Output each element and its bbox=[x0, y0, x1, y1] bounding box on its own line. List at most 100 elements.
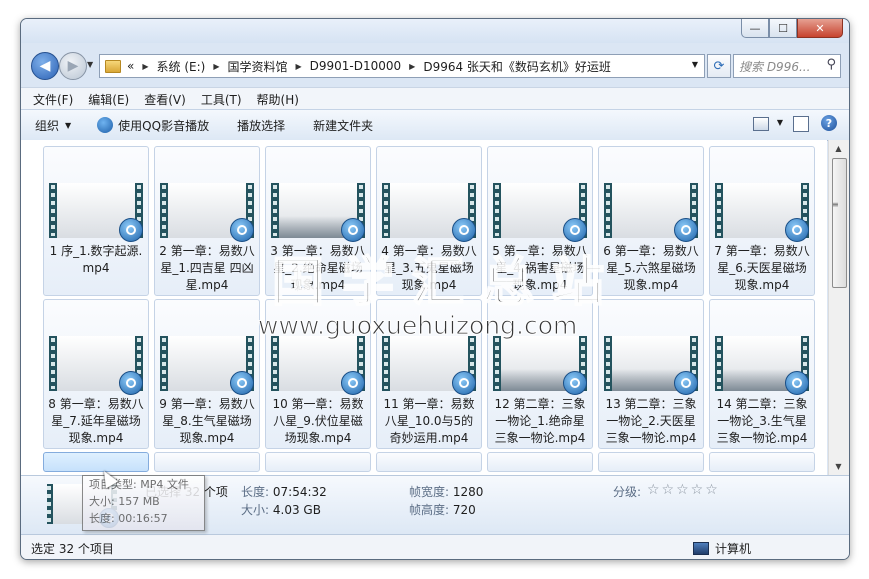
tooltip-length: 长度: 00:16:57 bbox=[89, 512, 168, 525]
menu-file[interactable]: 文件(F) bbox=[33, 91, 73, 108]
change-view-icon[interactable] bbox=[753, 117, 769, 131]
file-item[interactable] bbox=[487, 452, 593, 472]
file-item[interactable]: 9 第一章：易数八星_8.生气星磁场现象.mp4 bbox=[154, 299, 260, 449]
qq-player-icon bbox=[674, 371, 698, 395]
play-with-qq-button[interactable]: 使用QQ影音播放 bbox=[97, 117, 209, 134]
file-item[interactable] bbox=[709, 452, 815, 472]
file-name: 13 第二章：三象一物论_2.天医星三象一物论.mp4 bbox=[605, 397, 697, 445]
frame-height-value: 720 bbox=[452, 503, 476, 517]
status-computer: 计算机 bbox=[693, 540, 751, 557]
scroll-down-icon[interactable]: ▼ bbox=[832, 462, 845, 471]
menu-tools[interactable]: 工具(T) bbox=[201, 91, 242, 108]
file-item[interactable]: 7 第一章：易数八星_6.天医星磁场现象.mp4 bbox=[709, 146, 815, 296]
size-value: 4.03 GB bbox=[272, 503, 321, 517]
length-value: 07:54:32 bbox=[272, 485, 327, 499]
length-label: 长度: bbox=[241, 485, 270, 499]
file-item[interactable]: 2 第一章：易数八星_1.四吉星 四凶星.mp4 bbox=[154, 146, 260, 296]
chevron-right-icon[interactable]: ▶ bbox=[142, 62, 148, 71]
qq-player-icon bbox=[341, 218, 365, 242]
menu-help[interactable]: 帮助(H) bbox=[257, 91, 299, 108]
minimize-button[interactable]: — bbox=[741, 19, 769, 38]
title-bar: — ☐ ✕ bbox=[21, 19, 849, 43]
command-bar: 组织 ▼ 使用QQ影音播放 播放选择 新建文件夹 ▼ ? bbox=[21, 109, 849, 141]
search-input[interactable]: 搜索 D996... ⚲ bbox=[733, 54, 841, 78]
chevron-right-icon[interactable]: ▶ bbox=[213, 62, 219, 71]
tooltip-size: 大小: 157 MB bbox=[89, 495, 160, 508]
qq-player-icon bbox=[97, 117, 114, 133]
play-selection-button[interactable]: 播放选择 bbox=[237, 117, 285, 134]
new-folder-button[interactable]: 新建文件夹 bbox=[313, 117, 373, 134]
file-name: 10 第一章：易数八星_9.伏位星磁场现象.mp4 bbox=[272, 397, 364, 445]
size-field: 大小: 4.03 GB bbox=[241, 501, 321, 518]
play-with-qq-label: 使用QQ影音播放 bbox=[118, 118, 210, 133]
menu-bar: 文件(F) 编辑(E) 查看(V) 工具(T) 帮助(H) bbox=[21, 87, 849, 110]
file-name: 12 第二章：三象一物论_1.绝命星三象一物论.mp4 bbox=[494, 397, 586, 445]
address-bar[interactable]: « ▶ 系统 (E:) ▶ 国学资料馆 ▶ D9901-D10000 ▶ D99… bbox=[99, 54, 705, 78]
chevron-down-icon: ▼ bbox=[65, 120, 72, 130]
file-item[interactable] bbox=[376, 452, 482, 472]
file-item[interactable]: 8 第一章：易数八星_7.延年星磁场现象.mp4 bbox=[43, 299, 149, 449]
maximize-button[interactable]: ☐ bbox=[769, 19, 797, 38]
file-name: 11 第一章：易数八星_10.0与5的奇妙运用.mp4 bbox=[383, 397, 475, 445]
menu-view[interactable]: 查看(V) bbox=[144, 91, 186, 108]
folder-icon bbox=[105, 59, 121, 73]
qq-player-icon bbox=[341, 371, 365, 395]
rating-stars[interactable]: ☆☆☆☆☆ bbox=[647, 482, 720, 498]
computer-icon bbox=[693, 542, 709, 555]
breadcrumb-item[interactable]: D9964 张天和《数码玄机》好运班 bbox=[423, 58, 611, 75]
watermark-url: www.guoxuehuizong.com bbox=[257, 311, 578, 341]
close-button[interactable]: ✕ bbox=[797, 19, 843, 38]
breadcrumb-item[interactable]: 国学资料馆 bbox=[227, 58, 287, 75]
file-item[interactable] bbox=[154, 452, 260, 472]
qq-player-icon bbox=[230, 371, 254, 395]
breadcrumb-overflow[interactable]: « bbox=[127, 59, 134, 73]
refresh-button[interactable]: ⟳ bbox=[707, 54, 731, 78]
qq-player-icon bbox=[674, 218, 698, 242]
length-field: 长度: 07:54:32 bbox=[241, 483, 327, 500]
qq-player-icon bbox=[452, 371, 476, 395]
qq-player-icon bbox=[119, 218, 143, 242]
watermark-text: 国学汇总站 bbox=[271, 252, 623, 314]
scroll-thumb[interactable] bbox=[832, 158, 847, 288]
qq-player-icon bbox=[452, 218, 476, 242]
menu-edit[interactable]: 编辑(E) bbox=[88, 91, 129, 108]
frame-width-label: 帧宽度: bbox=[409, 485, 450, 499]
qq-player-icon bbox=[563, 371, 587, 395]
chevron-down-icon[interactable]: ▼ bbox=[777, 118, 783, 127]
breadcrumb: « ▶ 系统 (E:) ▶ 国学资料馆 ▶ D9901-D10000 ▶ D99… bbox=[127, 58, 611, 75]
qq-player-icon bbox=[230, 218, 254, 242]
file-item[interactable]: 1 序_1.数字起源.mp4 bbox=[43, 146, 149, 296]
organize-button[interactable]: 组织 ▼ bbox=[35, 117, 71, 134]
new-folder-label: 新建文件夹 bbox=[313, 118, 374, 133]
help-icon[interactable]: ? bbox=[821, 115, 837, 131]
organize-label: 组织 bbox=[35, 118, 60, 133]
preview-pane-icon[interactable] bbox=[793, 116, 809, 132]
scroll-up-icon[interactable]: ▲ bbox=[832, 144, 845, 153]
grip-icon: ≡ bbox=[832, 200, 839, 209]
file-name: 14 第二章：三象一物论_3.生气星三象一物论.mp4 bbox=[716, 397, 808, 445]
qq-player-icon bbox=[785, 218, 809, 242]
recent-pages-dropdown[interactable]: ▼ bbox=[87, 60, 93, 69]
qq-player-icon bbox=[563, 218, 587, 242]
file-name: 7 第一章：易数八星_6.天医星磁场现象.mp4 bbox=[714, 244, 810, 292]
breadcrumb-item[interactable]: D9901-D10000 bbox=[310, 59, 402, 73]
file-tooltip: 项目类型: MP4 文件 大小: 157 MB 长度: 00:16:57 bbox=[82, 475, 205, 531]
vertical-scrollbar[interactable]: ▲ ≡ ▼ bbox=[828, 140, 849, 475]
chevron-right-icon[interactable]: ▶ bbox=[409, 62, 415, 71]
frame-height-label: 帧高度: bbox=[409, 503, 450, 517]
status-bar: 选定 32 个项目 计算机 bbox=[21, 534, 849, 559]
file-item[interactable] bbox=[265, 452, 371, 472]
file-item[interactable] bbox=[43, 452, 149, 472]
file-item[interactable] bbox=[598, 452, 704, 472]
breadcrumb-item[interactable]: 系统 (E:) bbox=[157, 58, 206, 75]
file-item[interactable]: 13 第二章：三象一物论_2.天医星三象一物论.mp4 bbox=[598, 299, 704, 449]
forward-button[interactable]: ▶ bbox=[59, 52, 87, 80]
address-dropdown[interactable]: ▼ bbox=[692, 60, 698, 69]
chevron-right-icon[interactable]: ▶ bbox=[295, 62, 301, 71]
status-computer-label: 计算机 bbox=[715, 542, 752, 556]
status-selected: 选定 32 个项目 bbox=[31, 542, 114, 556]
frame-width-value: 1280 bbox=[452, 485, 484, 499]
back-button[interactable]: ◀ bbox=[31, 52, 59, 80]
file-item[interactable]: 14 第二章：三象一物论_3.生气星三象一物论.mp4 bbox=[709, 299, 815, 449]
navigation-row: ◀ ▶ ▼ « ▶ 系统 (E:) ▶ 国学资料馆 ▶ D9901-D10000… bbox=[29, 51, 841, 81]
